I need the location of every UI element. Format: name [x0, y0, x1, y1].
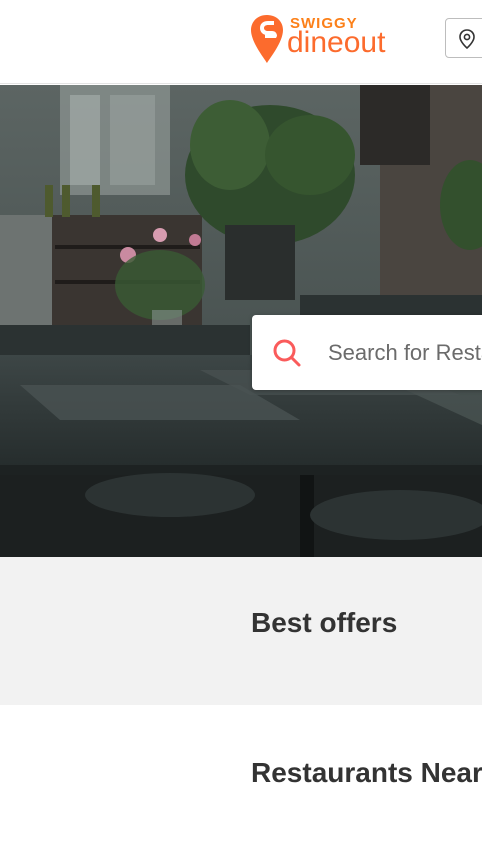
restaurants-near-title: Restaurants Near	[251, 757, 482, 788]
location-button[interactable]	[445, 18, 482, 58]
hero-banner	[0, 85, 482, 557]
location-pin-icon	[459, 29, 475, 49]
swiggy-dineout-logo[interactable]: SWIGGY dineout	[250, 14, 410, 66]
best-offers-section: Best offers	[0, 557, 482, 705]
search-icon	[273, 339, 301, 367]
search-bar[interactable]	[252, 315, 482, 390]
best-offers-title: Best offers	[251, 607, 398, 638]
search-input[interactable]	[328, 333, 482, 373]
restaurants-near-section: Restaurants Near	[0, 705, 482, 856]
swiggy-logo-icon	[251, 15, 283, 63]
logo-product-text: dineout	[287, 26, 386, 59]
top-header: SWIGGY dineout	[0, 0, 482, 84]
